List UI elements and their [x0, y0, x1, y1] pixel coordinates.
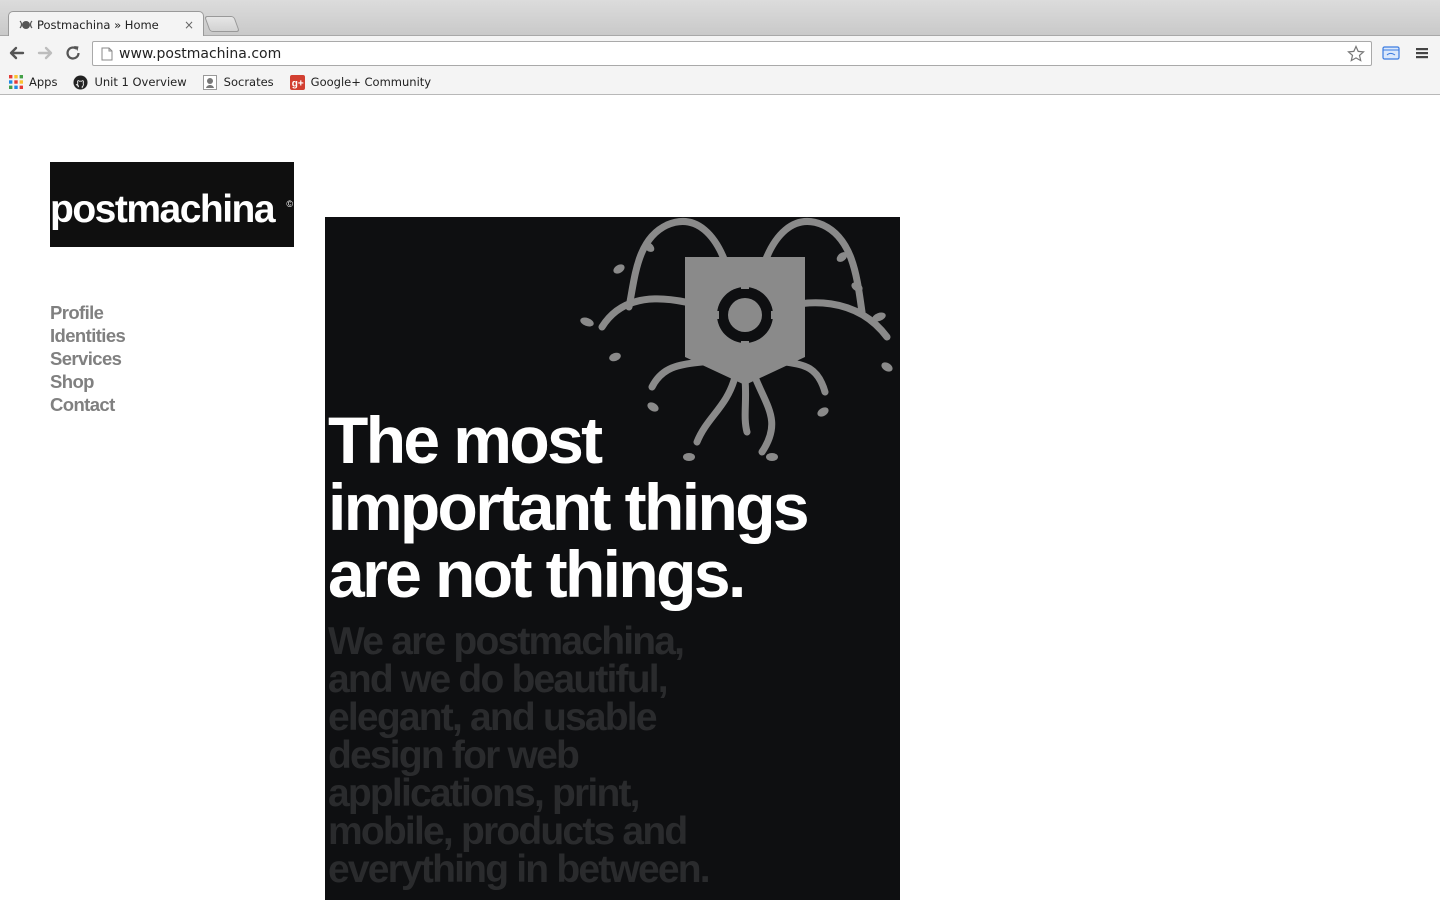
site-logo[interactable]: postmachina © — [50, 162, 294, 247]
bookmark-label: Google+ Community — [310, 75, 432, 89]
bookmark-socrates[interactable]: Socrates — [203, 72, 274, 92]
bookmark-apps[interactable]: Apps — [8, 72, 57, 92]
svg-text:g+: g+ — [291, 78, 303, 89]
browser-tab[interactable]: Postmachina » Home × — [8, 11, 204, 37]
url-input[interactable] — [119, 45, 1345, 62]
subtext-line: mobile, products and — [328, 810, 688, 853]
site-favicon-icon — [19, 17, 35, 33]
headline-line: are not things. — [328, 537, 746, 611]
subtext-line: We are postmachina, — [328, 620, 685, 663]
hero-headline: The most important things are not things… — [328, 407, 898, 608]
socrates-icon — [203, 74, 218, 90]
subtext-line: and we do beautiful, — [328, 658, 669, 701]
tab-title: Postmachina » Home — [37, 17, 159, 32]
nav-link-services[interactable]: Services — [50, 347, 125, 370]
browser-menu-icon[interactable] — [1414, 45, 1430, 61]
nav-link-profile[interactable]: Profile — [50, 301, 125, 324]
logo-registered-mark: © — [286, 199, 293, 209]
nav-link-shop[interactable]: Shop — [50, 370, 125, 393]
headline-line: The most — [328, 403, 603, 477]
reload-icon — [66, 46, 80, 60]
subtext-line: applications, print, — [328, 772, 641, 815]
page-icon — [101, 47, 113, 60]
bookmark-label: Unit 1 Overview — [94, 75, 187, 89]
nav-link-identities[interactable]: Identities — [50, 324, 126, 347]
google-plus-icon: g+ — [289, 74, 305, 90]
subtext-line: design for web — [328, 734, 580, 777]
apps-grid-icon — [8, 75, 23, 90]
browser-toolbar — [0, 36, 1440, 70]
arrow-left-icon — [9, 46, 25, 60]
hero-poster: The most important things are not things… — [325, 217, 900, 900]
address-bar[interactable] — [92, 41, 1372, 66]
site-nav: Profile Identities Services Shop Contact — [50, 301, 126, 416]
back-button[interactable] — [6, 42, 28, 64]
hero-subtext: We are postmachina, and we do beautiful,… — [328, 620, 748, 891]
subtext-line: elegant, and usable — [328, 696, 658, 739]
new-tab-button[interactable] — [204, 16, 240, 32]
nav-link-contact[interactable]: Contact — [50, 393, 125, 416]
headline-line: important things — [328, 470, 810, 544]
logo-text: postmachina — [50, 188, 276, 231]
arrow-right-icon — [37, 46, 53, 60]
forward-button[interactable] — [34, 42, 56, 64]
tab-close-icon[interactable]: × — [183, 19, 195, 31]
extension-folder-icon[interactable] — [1382, 44, 1402, 64]
browser-tabstrip: Postmachina » Home × — [0, 0, 1440, 37]
subtext-line: everything in between. — [328, 848, 711, 891]
reload-button[interactable] — [62, 42, 84, 64]
bookmarks-bar: Apps Unit 1 Overview Socrates g+ Google+… — [0, 70, 1440, 95]
bookmark-label: Apps — [29, 75, 58, 89]
bookmark-unit-1-overview[interactable]: Unit 1 Overview — [73, 72, 187, 92]
bookmark-label: Socrates — [223, 75, 274, 89]
bookmark-star-icon[interactable] — [1345, 43, 1367, 65]
bookmark-google-plus-community[interactable]: g+ Google+ Community — [289, 72, 432, 92]
github-icon — [73, 74, 88, 90]
